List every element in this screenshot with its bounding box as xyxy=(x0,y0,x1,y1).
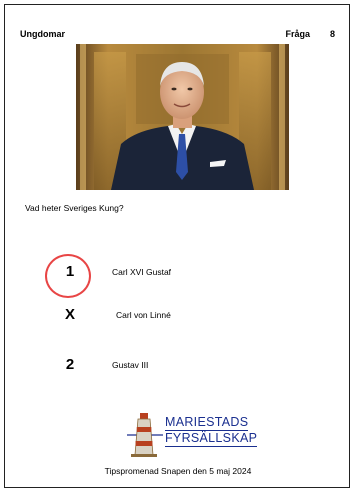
question-number: 8 xyxy=(329,29,335,39)
option-x: X Carl von Linné xyxy=(5,306,351,336)
logo-line-2: FYRSÄLLSKAP xyxy=(165,431,258,447)
option-mark: X xyxy=(64,306,75,323)
logo-text: MARIESTADS FYRSÄLLSKAP xyxy=(165,415,258,447)
footer-text: Tipspromenad Snapen den 5 maj 2024 xyxy=(104,466,252,476)
category-label: Ungdomar xyxy=(20,29,65,39)
option-1: 1 Carl XVI Gustaf xyxy=(5,263,351,293)
logo-line-1: MARIESTADS xyxy=(165,415,249,431)
option-text: Gustav III xyxy=(112,360,149,370)
question-label: Fråga xyxy=(285,29,310,39)
lighthouse-icon xyxy=(127,413,163,457)
portrait-photo xyxy=(76,44,289,190)
option-2: 2 Gustav III xyxy=(5,356,351,386)
option-text: Carl von Linné xyxy=(116,310,171,320)
option-mark: 2 xyxy=(65,356,75,373)
question-header: Fråga 8 xyxy=(285,29,335,39)
option-text: Carl XVI Gustaf xyxy=(112,267,172,277)
option-mark: 1 xyxy=(65,263,75,280)
quiz-card: Ungdomar Fråga 8 Vad heter Sveriges Kung… xyxy=(4,4,350,488)
question-text: Vad heter Sveriges Kung? xyxy=(25,203,124,213)
organization-logo: MARIESTADS FYRSÄLLSKAP xyxy=(125,411,265,457)
